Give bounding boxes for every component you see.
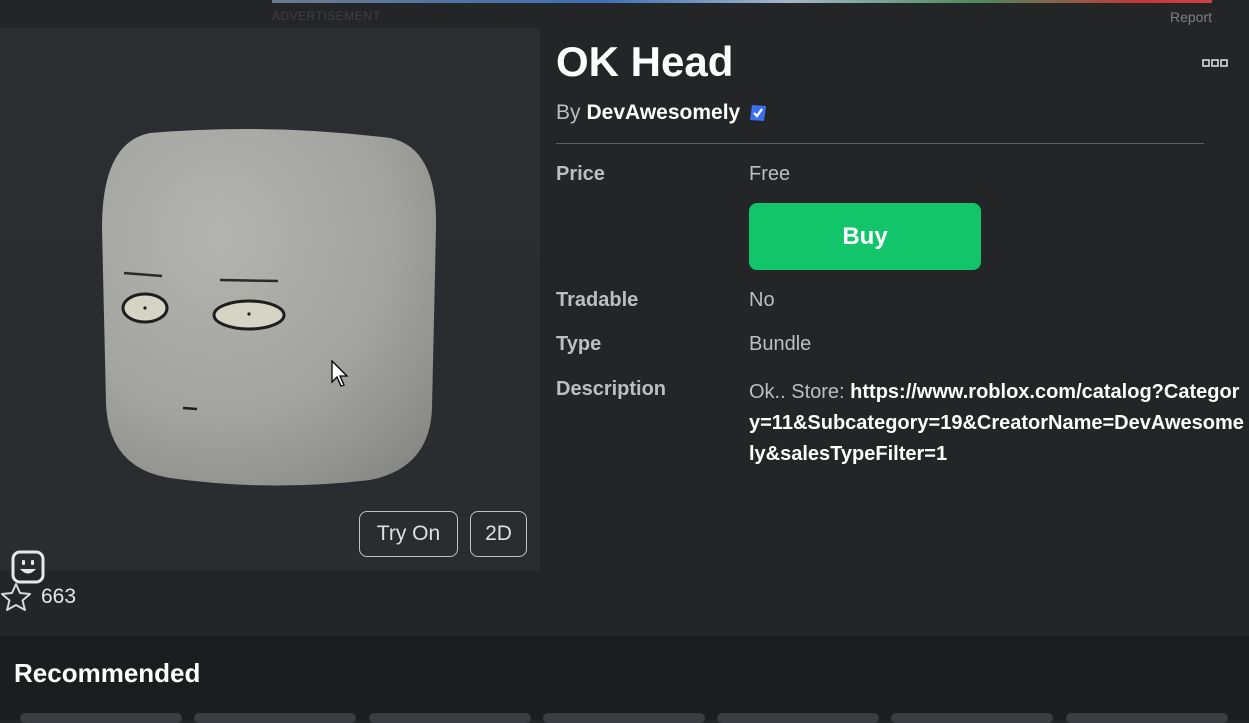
recommended-card[interactable] (20, 713, 182, 723)
star-icon (1, 583, 31, 611)
report-link[interactable]: Report (1170, 9, 1212, 25)
header-divider (556, 143, 1204, 144)
verified-badge-icon (750, 105, 767, 121)
price-label: Price (556, 163, 605, 185)
creator-byline: By DevAwesomely (556, 101, 768, 125)
description-prefix: Ok.. Store: (749, 381, 851, 403)
recommended-card[interactable] (1066, 713, 1228, 723)
mouse-cursor-icon (331, 360, 349, 387)
recommended-card[interactable] (891, 713, 1053, 723)
recommended-card[interactable] (543, 713, 705, 723)
type-value: Bundle (749, 333, 812, 355)
ok-head-thumbnail (102, 129, 437, 486)
tradable-label: Tradable (556, 289, 639, 311)
favorite-button[interactable]: 663 (0, 582, 76, 612)
item-title: OK Head (556, 38, 734, 85)
creator-link[interactable]: DevAwesomely (587, 101, 741, 125)
description-text: Ok.. Store: https://www.roblox.com/catal… (749, 377, 1249, 470)
try-on-button[interactable]: Try On (359, 511, 458, 557)
advertisement-banner[interactable] (272, 0, 1212, 3)
favorite-count: 663 (41, 585, 77, 608)
buy-button[interactable]: Buy (749, 203, 981, 270)
type-label: Type (556, 333, 602, 355)
recommended-card[interactable] (194, 713, 356, 723)
price-value: Free (749, 163, 791, 185)
2d-view-button[interactable]: 2D (470, 511, 527, 557)
smiley-face-icon[interactable] (11, 550, 45, 584)
item-3d-viewer[interactable]: Try On 2D (0, 28, 540, 584)
recommended-card[interactable] (369, 713, 531, 723)
advertisement-label: ADVERTISEMENT (272, 9, 381, 23)
tradable-value: No (749, 289, 775, 311)
ellipsis-icon[interactable] (1202, 55, 1228, 71)
recommended-heading: Recommended (14, 658, 201, 688)
description-label: Description (556, 378, 667, 400)
by-prefix: By (556, 101, 581, 124)
recommended-card[interactable] (717, 713, 879, 723)
